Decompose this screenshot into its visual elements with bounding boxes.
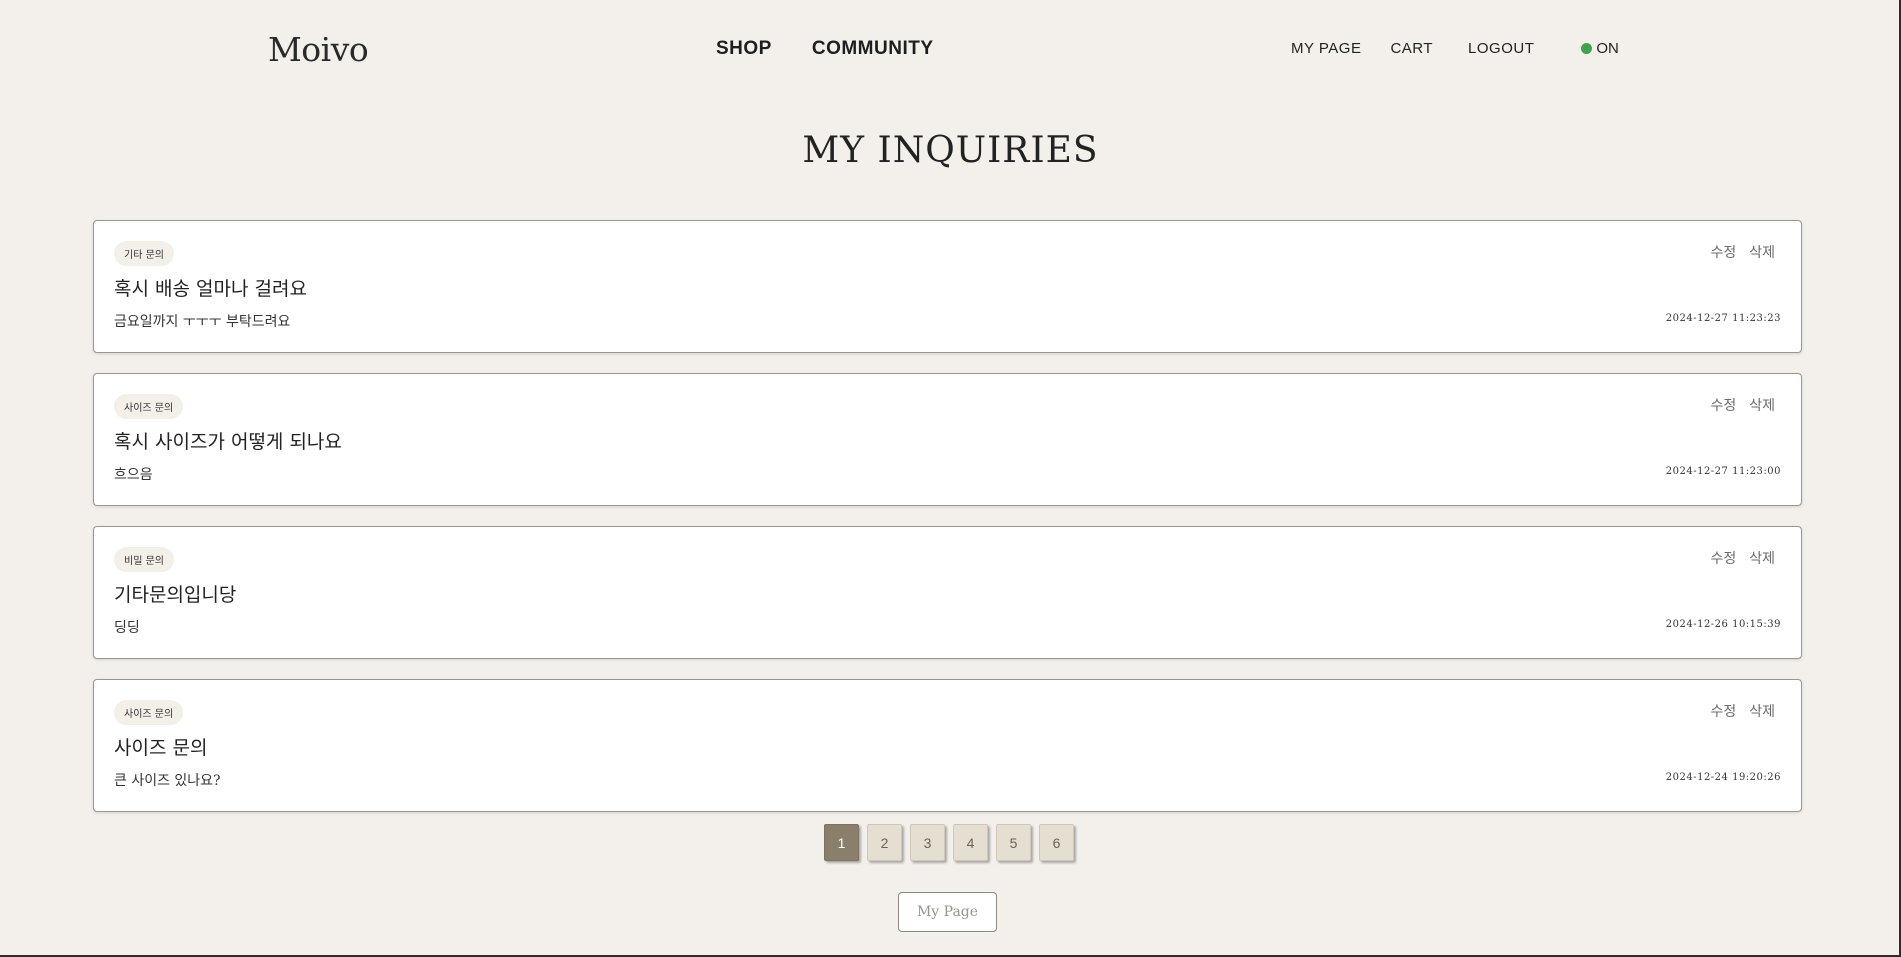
category-badge: 비밀 문의 [114, 547, 174, 572]
inquiry-content: 딩딩 [114, 620, 140, 636]
inquiry-date: 2024-12-26 10:15:39 [1665, 619, 1781, 630]
page-button-1[interactable]: 1 [824, 824, 859, 861]
inquiry-date: 2024-12-27 11:23:23 [1665, 313, 1781, 324]
edit-button[interactable]: 수정 [1710, 242, 1736, 262]
inquiry-card: 사이즈 문의 혹시 사이즈가 어떻게 되나요 흐으음 수정 삭제 2024-12… [93, 373, 1802, 506]
edit-button[interactable]: 수정 [1710, 395, 1736, 415]
nav-cart[interactable]: CART [1390, 40, 1433, 57]
delete-button[interactable]: 삭제 [1749, 242, 1775, 262]
inquiry-content: 금요일까지 ㅜㅜㅜ 부탁드려요 [114, 314, 291, 330]
card-actions: 수정 삭제 [1710, 701, 1775, 721]
category-badge: 기타 문의 [114, 241, 174, 266]
delete-button[interactable]: 삭제 [1749, 395, 1775, 415]
inquiry-title: 혹시 배송 얼마나 걸려요 [114, 278, 307, 300]
inquiry-date: 2024-12-24 19:20:26 [1665, 772, 1781, 783]
inquiry-content: 흐으음 [114, 467, 153, 483]
inquiry-card: 비밀 문의 기타문의입니당 딩딩 수정 삭제 2024-12-26 10:15:… [93, 526, 1802, 659]
category-badge: 사이즈 문의 [114, 700, 184, 725]
edit-button[interactable]: 수정 [1710, 701, 1736, 721]
page-button-3[interactable]: 3 [910, 824, 945, 861]
inquiry-date: 2024-12-27 11:23:00 [1665, 466, 1781, 477]
logo[interactable]: Moivo [268, 30, 369, 69]
page-button-4[interactable]: 4 [953, 824, 988, 861]
page-title: MY INQUIRIES [802, 130, 1099, 171]
delete-button[interactable]: 삭제 [1749, 548, 1775, 568]
edit-button[interactable]: 수정 [1710, 548, 1736, 568]
page-button-2[interactable]: 2 [867, 824, 902, 861]
user-nav: MY PAGE CART LOGOUT ON [1291, 40, 1619, 57]
nav-community[interactable]: COMMUNITY [812, 38, 934, 60]
inquiry-card: 사이즈 문의 사이즈 문의 큰 사이즈 있나요? 수정 삭제 2024-12-2… [93, 679, 1802, 812]
card-actions: 수정 삭제 [1710, 242, 1775, 262]
inquiry-card: 기타 문의 혹시 배송 얼마나 걸려요 금요일까지 ㅜㅜㅜ 부탁드려요 수정 삭… [93, 220, 1802, 353]
online-status: ON [1581, 40, 1619, 57]
pagination: 1 2 3 4 5 6 [824, 824, 1074, 861]
inquiry-title: 혹시 사이즈가 어떻게 되나요 [114, 431, 342, 453]
status-label: ON [1596, 40, 1619, 57]
inquiry-content: 큰 사이즈 있나요? [114, 773, 221, 789]
card-actions: 수정 삭제 [1710, 548, 1775, 568]
page-button-5[interactable]: 5 [996, 824, 1031, 861]
delete-button[interactable]: 삭제 [1749, 701, 1775, 721]
my-page-button[interactable]: My Page [898, 892, 997, 932]
inquiry-title: 사이즈 문의 [114, 737, 208, 759]
category-badge: 사이즈 문의 [114, 394, 184, 419]
inquiry-list: 기타 문의 혹시 배송 얼마나 걸려요 금요일까지 ㅜㅜㅜ 부탁드려요 수정 삭… [93, 220, 1802, 832]
nav-logout[interactable]: LOGOUT [1468, 40, 1534, 57]
inquiry-title: 기타문의입니당 [114, 584, 237, 606]
card-actions: 수정 삭제 [1710, 395, 1775, 415]
page-button-6[interactable]: 6 [1039, 824, 1074, 861]
status-dot-icon [1581, 43, 1593, 54]
nav-shop[interactable]: SHOP [716, 38, 772, 60]
site-header: Moivo SHOP COMMUNITY MY PAGE CART LOGOUT… [0, 0, 1901, 100]
nav-my-page[interactable]: MY PAGE [1291, 40, 1361, 57]
main-nav: SHOP COMMUNITY [716, 38, 934, 60]
